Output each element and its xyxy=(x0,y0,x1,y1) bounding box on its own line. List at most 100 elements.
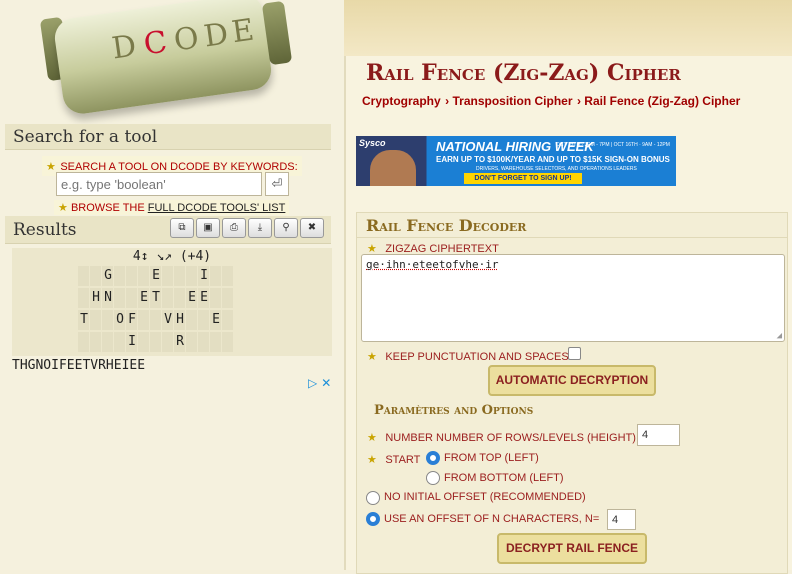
close-icon: ✖ xyxy=(307,222,317,233)
breadcrumb-current[interactable]: Rail Fence (Zig-Zag) Cipher xyxy=(584,94,740,108)
grid-cell xyxy=(78,266,89,286)
from-top-label[interactable]: FROM TOP (LEFT) xyxy=(444,452,539,464)
automatic-decryption-button[interactable]: AUTOMATIC DECRYPTION xyxy=(488,365,656,396)
decoder-panel: Rail Fence Decoder ★ ZIGZAG CIPHERTEXT g… xyxy=(356,212,788,574)
download-icon: ⤓ xyxy=(257,222,263,233)
no-offset-radio[interactable] xyxy=(366,491,380,505)
ad-dates: OCT 13TH · 3PM - 7PM | OCT 16TH · 9AM - … xyxy=(556,142,670,148)
keep-punctuation-label: KEEP PUNCTUATION AND SPACES xyxy=(385,351,569,363)
rows-label-row: ★ NUMBER NUMBER OF ROWS/LEVELS (HEIGHT) xyxy=(367,428,636,446)
results-toolbar: ⧉ ▣ ⎙ ⤓ ⚲ ✖ xyxy=(170,218,326,240)
page-title: Rail Fence (Zig-Zag) Cipher xyxy=(366,60,681,86)
print-button[interactable]: ⎙ xyxy=(222,218,246,238)
save-button[interactable]: ▣ xyxy=(196,218,220,238)
search-submit-button[interactable]: ⏎ xyxy=(265,172,289,196)
grid-cell xyxy=(186,310,197,330)
logo-letter: O xyxy=(171,20,201,59)
grid-letter: V xyxy=(164,312,172,327)
decoder-heading: Rail Fence Decoder xyxy=(366,216,527,235)
download-button[interactable]: ⤓ xyxy=(248,218,272,238)
from-bottom-label[interactable]: FROM BOTTOM (LEFT) xyxy=(444,472,564,484)
keep-punctuation-checkbox[interactable] xyxy=(568,347,581,360)
grid-cell xyxy=(174,266,185,286)
use-offset-label[interactable]: USE AN OFFSET OF N CHARACTERS, N= xyxy=(384,513,599,525)
grid-cell xyxy=(210,288,221,308)
dcode-logo[interactable]: D C O D E xyxy=(39,0,293,122)
grid-letter: H xyxy=(92,290,100,305)
grid-cell xyxy=(126,266,137,286)
breadcrumb-transposition[interactable]: Transposition Cipher xyxy=(452,94,572,108)
result-output: THGNOIFEETVRHEIEE xyxy=(12,358,146,373)
star-icon: ★ xyxy=(46,161,56,173)
grid-cell xyxy=(90,332,101,352)
grid-letter: I xyxy=(128,334,136,349)
ad-close-icon: ✕ xyxy=(321,376,332,390)
grid-cell xyxy=(78,332,89,352)
ad-person-image xyxy=(370,150,416,186)
print-icon: ⎙ xyxy=(230,222,238,233)
enter-icon: ⏎ xyxy=(271,176,283,191)
resize-handle-icon[interactable]: ◢ xyxy=(777,331,782,341)
parchment-header xyxy=(344,0,792,56)
ciphertext-value: ge·ihn·eteetofvhe·ir xyxy=(366,258,499,271)
grid-letter: R xyxy=(176,334,184,349)
search-heading: Search for a tool xyxy=(5,124,331,150)
ad-roles: DRIVERS, WAREHOUSE SELECTORS, AND OPERAT… xyxy=(476,166,637,172)
grid-cell xyxy=(78,288,89,308)
grid-cell xyxy=(114,288,125,308)
grid-cell xyxy=(210,332,221,352)
rows-input[interactable] xyxy=(637,424,680,446)
ad-brand: Sysco xyxy=(359,138,386,148)
from-top-radio[interactable] xyxy=(426,451,440,465)
ciphertext-textarea[interactable]: ge·ihn·eteetofvhe·ir ◢ xyxy=(361,254,785,342)
grid-cell xyxy=(222,332,233,352)
breadcrumb-cryptography[interactable]: Cryptography xyxy=(362,94,441,108)
grid-letter: E xyxy=(212,312,220,327)
grid-letter: E xyxy=(188,290,196,305)
ad-banner[interactable]: Sysco NATIONAL HIRING WEEK OCT 13TH · 3P… xyxy=(356,136,676,186)
grid-cell xyxy=(198,332,209,352)
close-results-button[interactable]: ✖ xyxy=(300,218,324,238)
star-icon: ★ xyxy=(367,351,377,363)
grid-cell xyxy=(162,288,173,308)
grid-cell xyxy=(114,266,125,286)
grid-cell xyxy=(198,310,209,330)
search-input[interactable] xyxy=(56,172,262,196)
breadcrumb: Cryptography › Transposition Cipher › Ra… xyxy=(362,92,740,110)
grid-letter: F xyxy=(128,312,136,327)
keep-punctuation-row: ★ KEEP PUNCTUATION AND SPACES xyxy=(367,347,569,365)
pin-button[interactable]: ⚲ xyxy=(274,218,298,238)
grid-letter: T xyxy=(152,290,160,305)
grid-cell xyxy=(150,332,161,352)
no-offset-label[interactable]: NO INITIAL OFFSET (RECOMMENDED) xyxy=(384,491,586,503)
use-offset-radio[interactable] xyxy=(366,512,380,526)
grid-cell xyxy=(210,266,221,286)
logo-letter: D xyxy=(109,28,139,67)
grid-letter: H xyxy=(176,312,184,327)
offset-input[interactable] xyxy=(607,509,636,530)
divider xyxy=(357,237,787,238)
grid-cell xyxy=(138,310,149,330)
from-bottom-radio[interactable] xyxy=(426,471,440,485)
grid-cells: GEIHNETEETOFVHEIR xyxy=(12,248,332,356)
grid-letter: T xyxy=(80,312,88,327)
ad-choices[interactable]: ▷ ✕ xyxy=(308,376,331,390)
full-tools-list-link[interactable]: FULL DCODE TOOLS' LIST xyxy=(148,202,286,214)
copy-button[interactable]: ⧉ xyxy=(170,218,194,238)
rows-label: NUMBER NUMBER OF ROWS/LEVELS (HEIGHT) xyxy=(385,432,636,444)
grid-cell xyxy=(102,332,113,352)
grid-letter: I xyxy=(200,268,208,283)
grid-cell xyxy=(150,310,161,330)
start-label-row: ★ START xyxy=(367,450,420,468)
browse-prefix: BROWSE THE xyxy=(70,202,145,214)
grid-cell xyxy=(162,266,173,286)
decrypt-rail-fence-button[interactable]: DECRYPT RAIL FENCE xyxy=(497,533,647,564)
grid-letter: N xyxy=(104,290,112,305)
grid-cell xyxy=(90,266,101,286)
grid-cell xyxy=(126,288,137,308)
grid-cell xyxy=(102,310,113,330)
adchoices-icon: ▷ xyxy=(308,376,318,390)
ad-cta: DON'T FORGET TO SIGN UP! xyxy=(464,173,582,184)
rail-fence-grid: 4↕ ↘↗ (+4) GEIHNETEETOFVHEIR xyxy=(12,248,332,356)
grid-cell xyxy=(90,310,101,330)
